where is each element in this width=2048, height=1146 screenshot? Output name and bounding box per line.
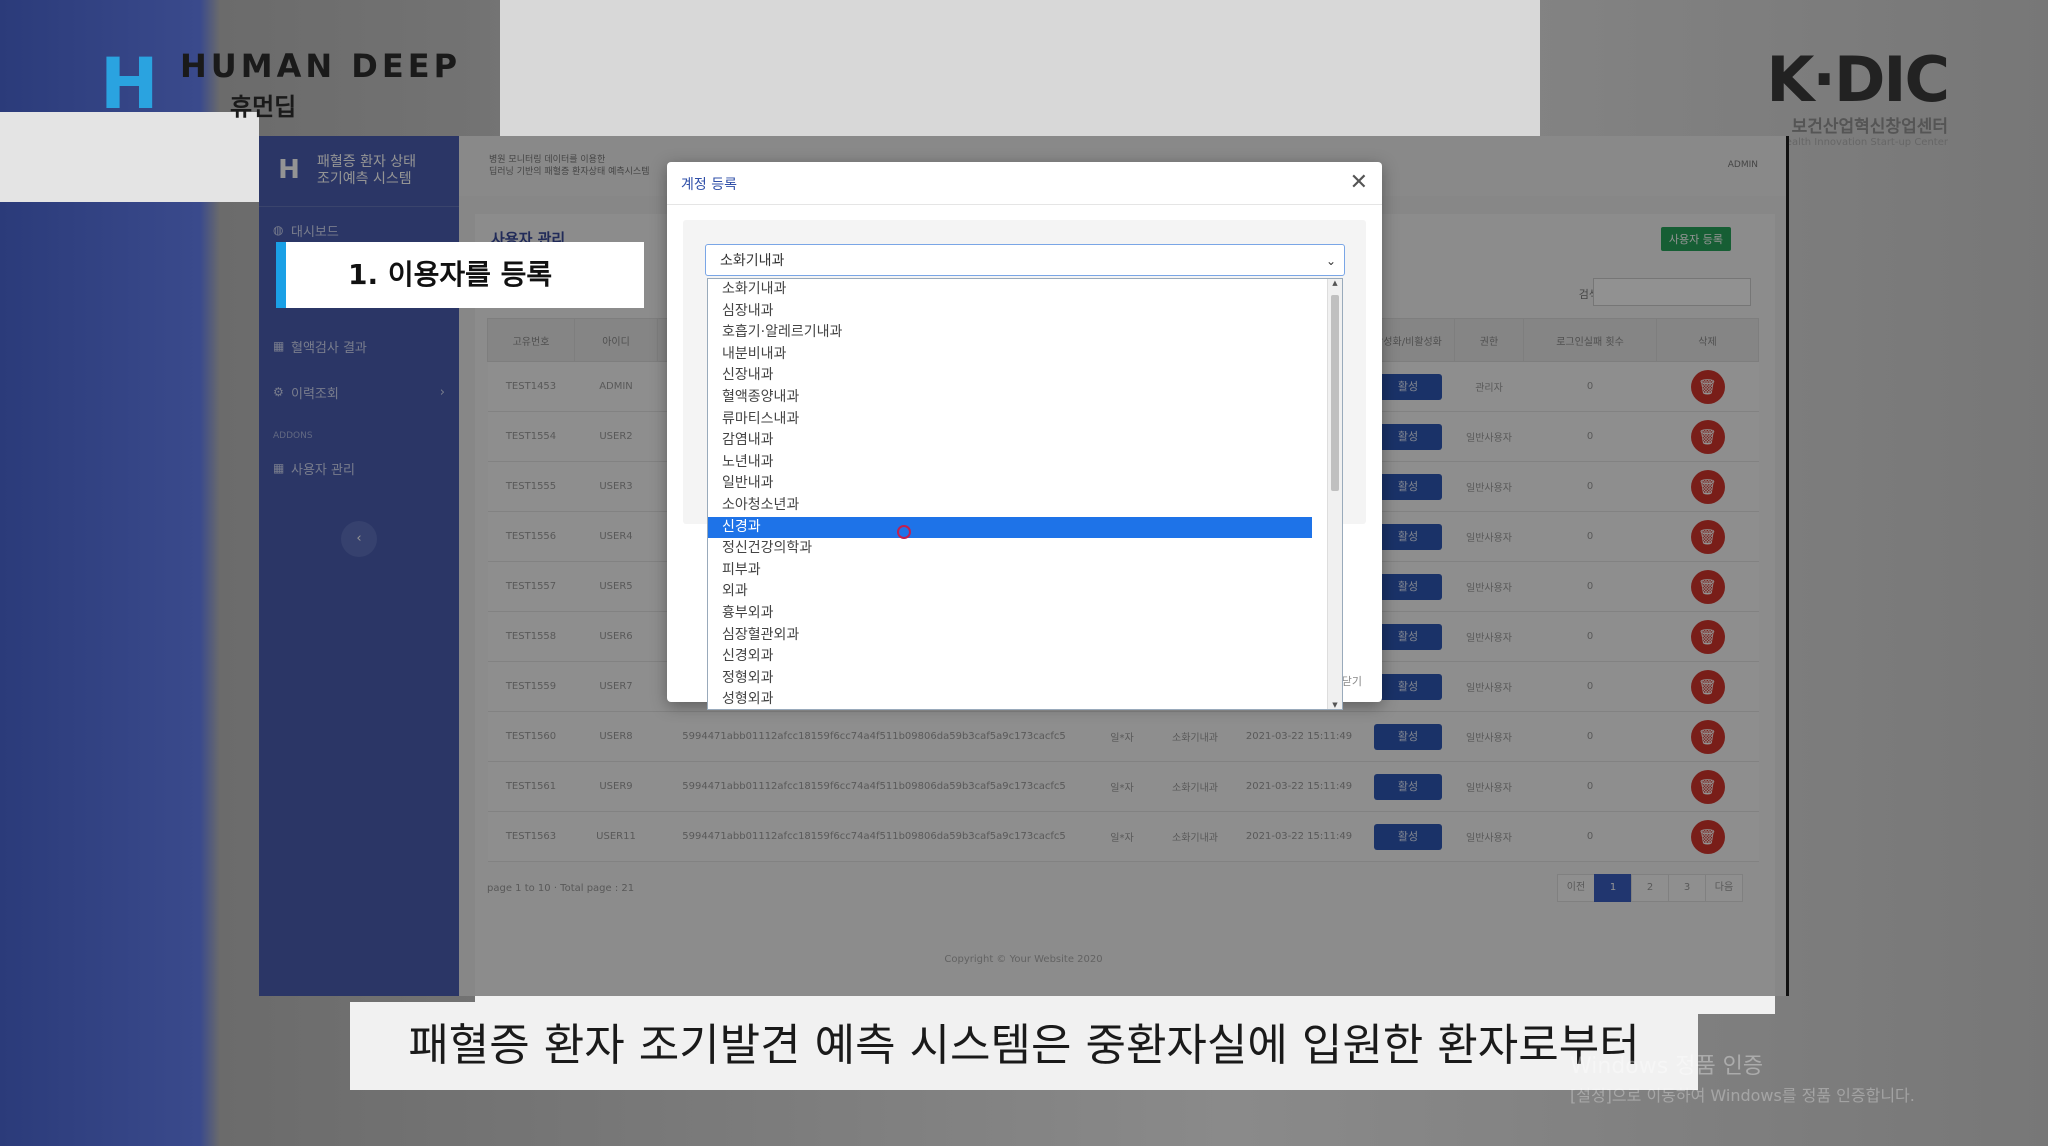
kdic-name-en: BioHealth Innovation Start-up Center — [1762, 137, 1948, 148]
brand-name-en: HUMAN DEEP — [180, 46, 462, 85]
windows-activation-watermark-sub: [설정]으로 이동하여 Windows를 정품 인증합니다. — [1570, 1086, 1915, 1105]
dropdown-scrollbar[interactable]: ▲ ▼ — [1327, 279, 1342, 709]
kdic-logo-text: K·DIC — [1766, 43, 1950, 116]
modal-close-button[interactable]: 닫기 — [1342, 673, 1362, 689]
dropdown-option[interactable]: 신장내과 — [708, 365, 1312, 387]
modal-divider — [667, 204, 1382, 205]
step-label-banner: 1. 이용자를 등록 — [276, 242, 644, 308]
dropdown-option[interactable]: 흉부외과 — [708, 603, 1312, 625]
hd-logo-icon: H — [100, 43, 159, 125]
humandeep-logo: H HUMAN DEEP 휴먼딥 — [100, 44, 461, 124]
dropdown-option[interactable]: 신경외과 — [708, 646, 1312, 668]
department-select-value: 소화기내과 — [720, 253, 785, 269]
dropdown-option[interactable]: 심장혈관외과 — [708, 625, 1312, 647]
dropdown-option[interactable]: 정형외과 — [708, 668, 1312, 690]
dropdown-option[interactable]: 혈액종양내과 — [708, 387, 1312, 409]
scroll-up-icon[interactable]: ▲ — [1328, 279, 1342, 287]
scrollbar-thumb[interactable] — [1331, 295, 1339, 491]
department-select[interactable]: 소화기내과 ⌄ — [705, 244, 1345, 276]
kdic-logo: K·DIC 보건산업혁신창업센터 BioHealth Innovation St… — [1762, 43, 1950, 149]
dropdown-option[interactable]: 심장내과 — [708, 301, 1312, 323]
dropdown-option[interactable]: 감염내과 — [708, 430, 1312, 452]
blurred-browser-top — [500, 0, 1540, 136]
dropdown-option[interactable]: 신경과 — [708, 516, 1312, 539]
dropdown-option[interactable]: 외과 — [708, 581, 1312, 603]
modal-title: 계정 등록 — [681, 177, 737, 193]
dropdown-option[interactable]: 피부과 — [708, 560, 1312, 582]
dropdown-option[interactable]: 성형외과 — [708, 689, 1312, 709]
subtitle-caption: 패혈증 환자 조기발견 예측 시스템은 중환자실에 입원한 환자로부터 — [350, 1002, 1698, 1090]
dropdown-option[interactable]: 노년내과 — [708, 452, 1312, 474]
brand-name-kr: 휴먼딥 — [230, 92, 297, 121]
windows-activation-watermark: Windows 정품 인증 — [1570, 1054, 1764, 1079]
dropdown-option[interactable]: 내분비내과 — [708, 344, 1312, 366]
dropdown-option[interactable]: 소화기내과 — [708, 279, 1312, 301]
dropdown-option[interactable]: 정신건강의학과 — [708, 538, 1312, 560]
department-dropdown-list: 소화기내과 심장내과 호흡기·알레르기내과 내분비내과 신장내과 혈액종양내과 류마티스내과… — [707, 278, 1343, 710]
chevron-down-icon: ⌄ — [1325, 254, 1336, 268]
mouse-cursor-icon — [897, 525, 911, 539]
scroll-down-icon[interactable]: ▼ — [1328, 701, 1342, 709]
dropdown-option[interactable]: 일반내과 — [708, 473, 1312, 495]
dropdown-option[interactable]: 소아청소년과 — [708, 495, 1312, 517]
blurred-title-left — [0, 112, 259, 202]
dropdown-option[interactable]: 호흡기·알레르기내과 — [708, 322, 1312, 344]
divider-line — [1786, 136, 1789, 996]
close-icon[interactable]: ✕ — [1350, 170, 1368, 195]
dropdown-option[interactable]: 류마티스내과 — [708, 409, 1312, 431]
